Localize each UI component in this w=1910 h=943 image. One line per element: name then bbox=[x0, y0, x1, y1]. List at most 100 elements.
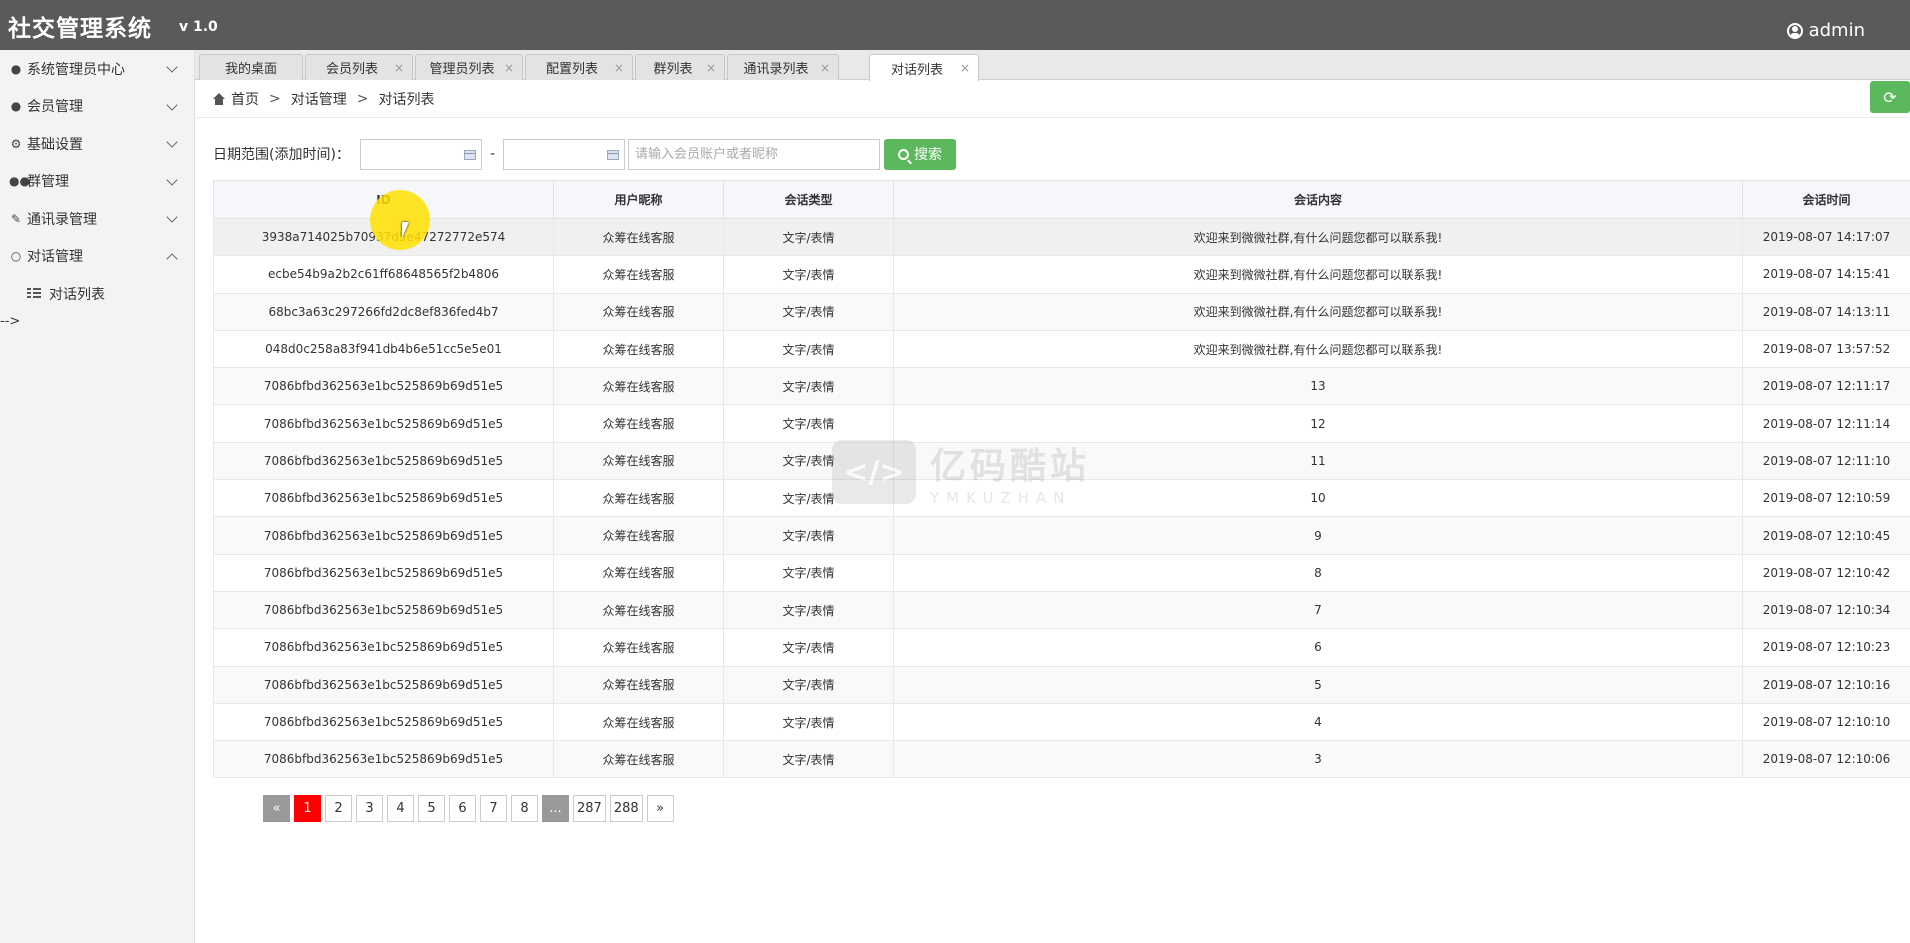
sidebar-item-member[interactable]: ● 会员管理 bbox=[0, 88, 194, 126]
prev-page-button[interactable]: « bbox=[263, 795, 290, 822]
page-1[interactable]: 1 bbox=[294, 795, 321, 822]
cell-nickname: 众筹在线客服 bbox=[553, 479, 724, 518]
sidebar-item-admin-center[interactable]: ● 系统管理员中心 bbox=[0, 50, 194, 88]
sidebar-subitem-dialog-list[interactable]: 对话列表 bbox=[0, 275, 194, 312]
edit-icon: ✎ bbox=[10, 211, 22, 226]
date-range-dash: - bbox=[489, 146, 495, 162]
sidebar-item-settings[interactable]: ⚙ 基础设置 bbox=[0, 125, 194, 163]
cell-content: 8 bbox=[893, 553, 1743, 592]
cell-content: 9 bbox=[893, 516, 1743, 555]
calendar-icon[interactable] bbox=[463, 149, 476, 160]
cell-nickname: 众筹在线客服 bbox=[553, 292, 724, 331]
breadcrumb-level1[interactable]: 对话管理 bbox=[291, 89, 347, 109]
cell-id: 7086bfbd362563e1bc525869b69d51e5 bbox=[213, 516, 554, 555]
page-287[interactable]: 287 bbox=[573, 795, 606, 822]
refresh-icon: ⟳ bbox=[1883, 87, 1897, 107]
cell-id: 7086bfbd362563e1bc525869b69d51e5 bbox=[213, 367, 554, 406]
sidebar-item-label: 会员管理 bbox=[27, 99, 83, 116]
chevron-up-icon bbox=[166, 252, 178, 265]
page-5[interactable]: 5 bbox=[418, 795, 445, 822]
sidebar-item-label: 系统管理员中心 bbox=[27, 61, 125, 78]
cell-time: 2019-08-07 13:57:52 bbox=[1742, 329, 1910, 369]
sidebar-item-contacts[interactable]: ✎ 通讯录管理 bbox=[0, 200, 194, 238]
cell-time: 2019-08-07 12:10:06 bbox=[1742, 740, 1910, 779]
breadcrumb-home[interactable]: 首页 bbox=[231, 89, 259, 109]
cell-type: 文字/表情 bbox=[723, 665, 894, 704]
cell-time: 2019-08-07 14:13:11 bbox=[1742, 292, 1910, 331]
cell-time: 2019-08-07 12:11:14 bbox=[1742, 404, 1910, 443]
table-row[interactable]: 7086bfbd362563e1bc525869b69d51e5 众筹在线客服 文字… bbox=[213, 367, 1910, 406]
cell-type: 文字/表情 bbox=[723, 590, 894, 630]
page-3[interactable]: 3 bbox=[356, 795, 383, 822]
col-header-id[interactable]: ID bbox=[213, 180, 554, 219]
cell-nickname: 众筹在线客服 bbox=[553, 665, 724, 704]
page-288[interactable]: 288 bbox=[609, 795, 643, 822]
sidebar-item-dialog[interactable]: ○ 对话管理 bbox=[0, 238, 194, 276]
close-icon[interactable]: × bbox=[614, 61, 624, 75]
table-row[interactable]: 7086bfbd362563e1bc525869b69d51e5 众筹在线客服 文字… bbox=[213, 404, 1910, 443]
table-row[interactable]: 7086bfbd362563e1bc525869b69d51e5 众筹在线客服 文字… bbox=[213, 740, 1910, 779]
calendar-icon[interactable] bbox=[607, 149, 619, 160]
cell-time: 2019-08-07 14:15:41 bbox=[1742, 255, 1910, 294]
cell-type: 文字/表情 bbox=[723, 702, 894, 742]
cell-content: 12 bbox=[893, 404, 1743, 443]
table-row[interactable]: 7086bfbd362563e1bc525869b69d51e5 众筹在线客服 文字… bbox=[213, 702, 1910, 742]
table-row[interactable]: 7086bfbd362563e1bc525869b69d51e5 众筹在线客服 文字… bbox=[213, 665, 1910, 704]
page-6[interactable]: 6 bbox=[449, 795, 476, 822]
col-header-type[interactable]: 会话类型 bbox=[723, 180, 894, 219]
start-date-input[interactable] bbox=[359, 138, 482, 170]
tab-label: 我的桌面 bbox=[224, 62, 277, 77]
keyword-search-input[interactable] bbox=[628, 138, 880, 170]
search-button[interactable]: 搜索 bbox=[884, 138, 956, 170]
cell-type: 文字/表情 bbox=[723, 628, 894, 667]
cell-type: 文字/表情 bbox=[723, 516, 894, 555]
tab-admin-list[interactable]: 管理员列表 × bbox=[415, 54, 523, 80]
table-row[interactable]: 7086bfbd362563e1bc525869b69d51e5 众筹在线客服 文字… bbox=[213, 628, 1910, 667]
close-icon[interactable]: × bbox=[820, 61, 830, 75]
tab-dialog-list[interactable]: 对话列表 × bbox=[869, 54, 979, 81]
end-date-input[interactable] bbox=[503, 138, 625, 170]
refresh-button[interactable]: ⟳ bbox=[1870, 81, 1910, 113]
cell-time: 2019-08-07 12:10:23 bbox=[1742, 628, 1910, 667]
chat-icon: ○ bbox=[10, 249, 22, 264]
tab-group-list[interactable]: 群列表 × bbox=[635, 54, 725, 80]
tab-contact-list[interactable]: 通讯录列表 × bbox=[727, 54, 839, 80]
page-4[interactable]: 4 bbox=[387, 795, 414, 822]
cell-content: 5 bbox=[893, 665, 1743, 704]
table-row[interactable]: ecbe54b9a2b2c61ff68648565f2b4806 众筹在线客服 文字… bbox=[213, 255, 1910, 294]
cell-type: 文字/表情 bbox=[723, 441, 894, 481]
col-header-time[interactable]: 会话时间 bbox=[1742, 180, 1910, 219]
tab-desktop[interactable]: 我的桌面 bbox=[199, 54, 303, 80]
cell-type: 文字/表情 bbox=[723, 367, 894, 406]
cell-type: 文字/表情 bbox=[723, 292, 894, 331]
user-menu[interactable]: admin bbox=[1786, 20, 1865, 41]
table-row[interactable]: 7086bfbd362563e1bc525869b69d51e5 众筹在线客服 文字… bbox=[213, 553, 1910, 592]
table-row[interactable]: 68bc3a63c297266fd2dc8ef836fed4b7 众筹在线客服 文字… bbox=[213, 292, 1910, 331]
tab-config-list[interactable]: 配置列表 × bbox=[525, 54, 633, 80]
table-row[interactable]: 7086bfbd362563e1bc525869b69d51e5 众筹在线客服 文字… bbox=[213, 516, 1910, 555]
cell-id: 048d0c258a83f941db4b6e51cc5e5e01 bbox=[213, 329, 554, 369]
cell-type: 文字/表情 bbox=[723, 479, 894, 518]
sidebar-item-group[interactable]: ●● 群管理 bbox=[0, 163, 194, 201]
close-icon[interactable]: × bbox=[706, 61, 716, 75]
cell-id: 7086bfbd362563e1bc525869b69d51e5 bbox=[213, 590, 554, 630]
close-icon[interactable]: × bbox=[394, 61, 404, 75]
table-row[interactable]: 7086bfbd362563e1bc525869b69d51e5 众筹在线客服 文字… bbox=[213, 479, 1910, 518]
page-8[interactable]: 8 bbox=[511, 795, 538, 822]
col-header-content[interactable]: 会话内容 bbox=[893, 180, 1743, 219]
cell-id: 7086bfbd362563e1bc525869b69d51e5 bbox=[213, 479, 554, 518]
page-7[interactable]: 7 bbox=[480, 795, 507, 822]
close-icon[interactable]: × bbox=[504, 61, 514, 75]
next-page-button[interactable]: » bbox=[646, 795, 674, 822]
tab-member-list[interactable]: 会员列表 × bbox=[305, 54, 413, 80]
table-row[interactable]: 048d0c258a83f941db4b6e51cc5e5e01 众筹在线客服 文字… bbox=[213, 329, 1910, 369]
cell-id: 7086bfbd362563e1bc525869b69d51e5 bbox=[213, 665, 554, 704]
table-row[interactable]: 7086bfbd362563e1bc525869b69d51e5 众筹在线客服 文字… bbox=[213, 441, 1910, 481]
cell-time: 2019-08-07 14:17:07 bbox=[1742, 217, 1910, 257]
table-row[interactable]: 7086bfbd362563e1bc525869b69d51e5 众筹在线客服 文字… bbox=[213, 590, 1910, 630]
col-header-nickname[interactable]: 用户昵称 bbox=[553, 180, 724, 219]
table-row[interactable]: 3938a714025b70937d5e47272772e574 众筹在线客服 文字… bbox=[213, 217, 1910, 257]
page-2[interactable]: 2 bbox=[325, 795, 352, 822]
sidebar-item-label: 群管理 bbox=[27, 174, 69, 191]
close-icon[interactable]: × bbox=[960, 61, 970, 75]
